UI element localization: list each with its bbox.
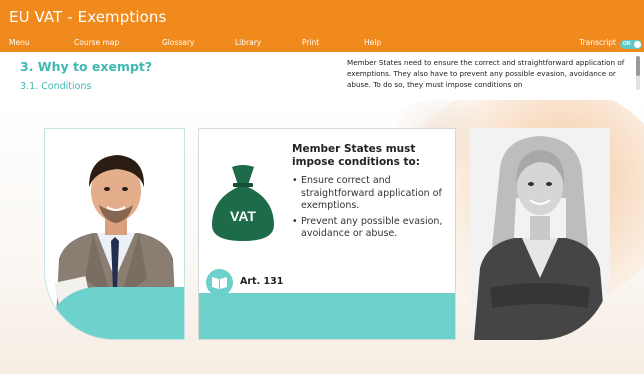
- page-title: 3. Why to exempt?: [20, 59, 153, 74]
- top-bar: EU VAT - Exemptions Menu Course map Glos…: [0, 0, 644, 52]
- content-stage: VAT Member States must impose conditions…: [0, 100, 644, 374]
- menu-item-library[interactable]: Library: [235, 38, 261, 47]
- list-item: Prevent any possible evasion, avoidance …: [292, 216, 452, 241]
- card-heading: Member States must impose conditions to:: [292, 143, 420, 168]
- book-icon[interactable]: [206, 269, 233, 296]
- transcript-panel: Member States need to ensure the correct…: [347, 58, 625, 89]
- menu-item-course-map[interactable]: Course map: [74, 38, 119, 47]
- toggle-knob: [634, 41, 641, 48]
- bag-label: VAT: [230, 208, 256, 224]
- article-reference[interactable]: Art. 131: [240, 276, 283, 287]
- section-header: 3. Why to exempt? 3.1. Conditions Member…: [0, 52, 644, 100]
- transcript-scrollbar[interactable]: [636, 56, 640, 90]
- card-accent-band: [199, 293, 455, 339]
- list-item: Ensure correct and straightforward appli…: [292, 175, 452, 213]
- page-subtitle: 3.1. Conditions: [20, 81, 92, 92]
- money-bag-icon: VAT: [212, 165, 274, 241]
- menu-item-menu[interactable]: Menu: [9, 38, 30, 47]
- businesswoman-illustration: [470, 128, 610, 340]
- transcript-toggle[interactable]: ON: [620, 40, 642, 49]
- businessman-photo: [44, 128, 185, 340]
- main-menu: Menu Course map Glossary Library Print H…: [0, 38, 644, 52]
- conditions-list: Ensure correct and straightforward appli…: [292, 175, 452, 244]
- toggle-state-label: ON: [623, 41, 631, 47]
- menu-item-glossary[interactable]: Glossary: [162, 38, 194, 47]
- app-title: EU VAT - Exemptions: [9, 8, 167, 26]
- businesswoman-photo: [470, 128, 610, 340]
- scrollbar-thumb[interactable]: [636, 56, 640, 76]
- info-card: VAT Member States must impose conditions…: [198, 128, 456, 340]
- transcript-label: Transcript: [579, 38, 616, 47]
- menu-item-print[interactable]: Print: [302, 38, 319, 47]
- menu-item-help[interactable]: Help: [364, 38, 381, 47]
